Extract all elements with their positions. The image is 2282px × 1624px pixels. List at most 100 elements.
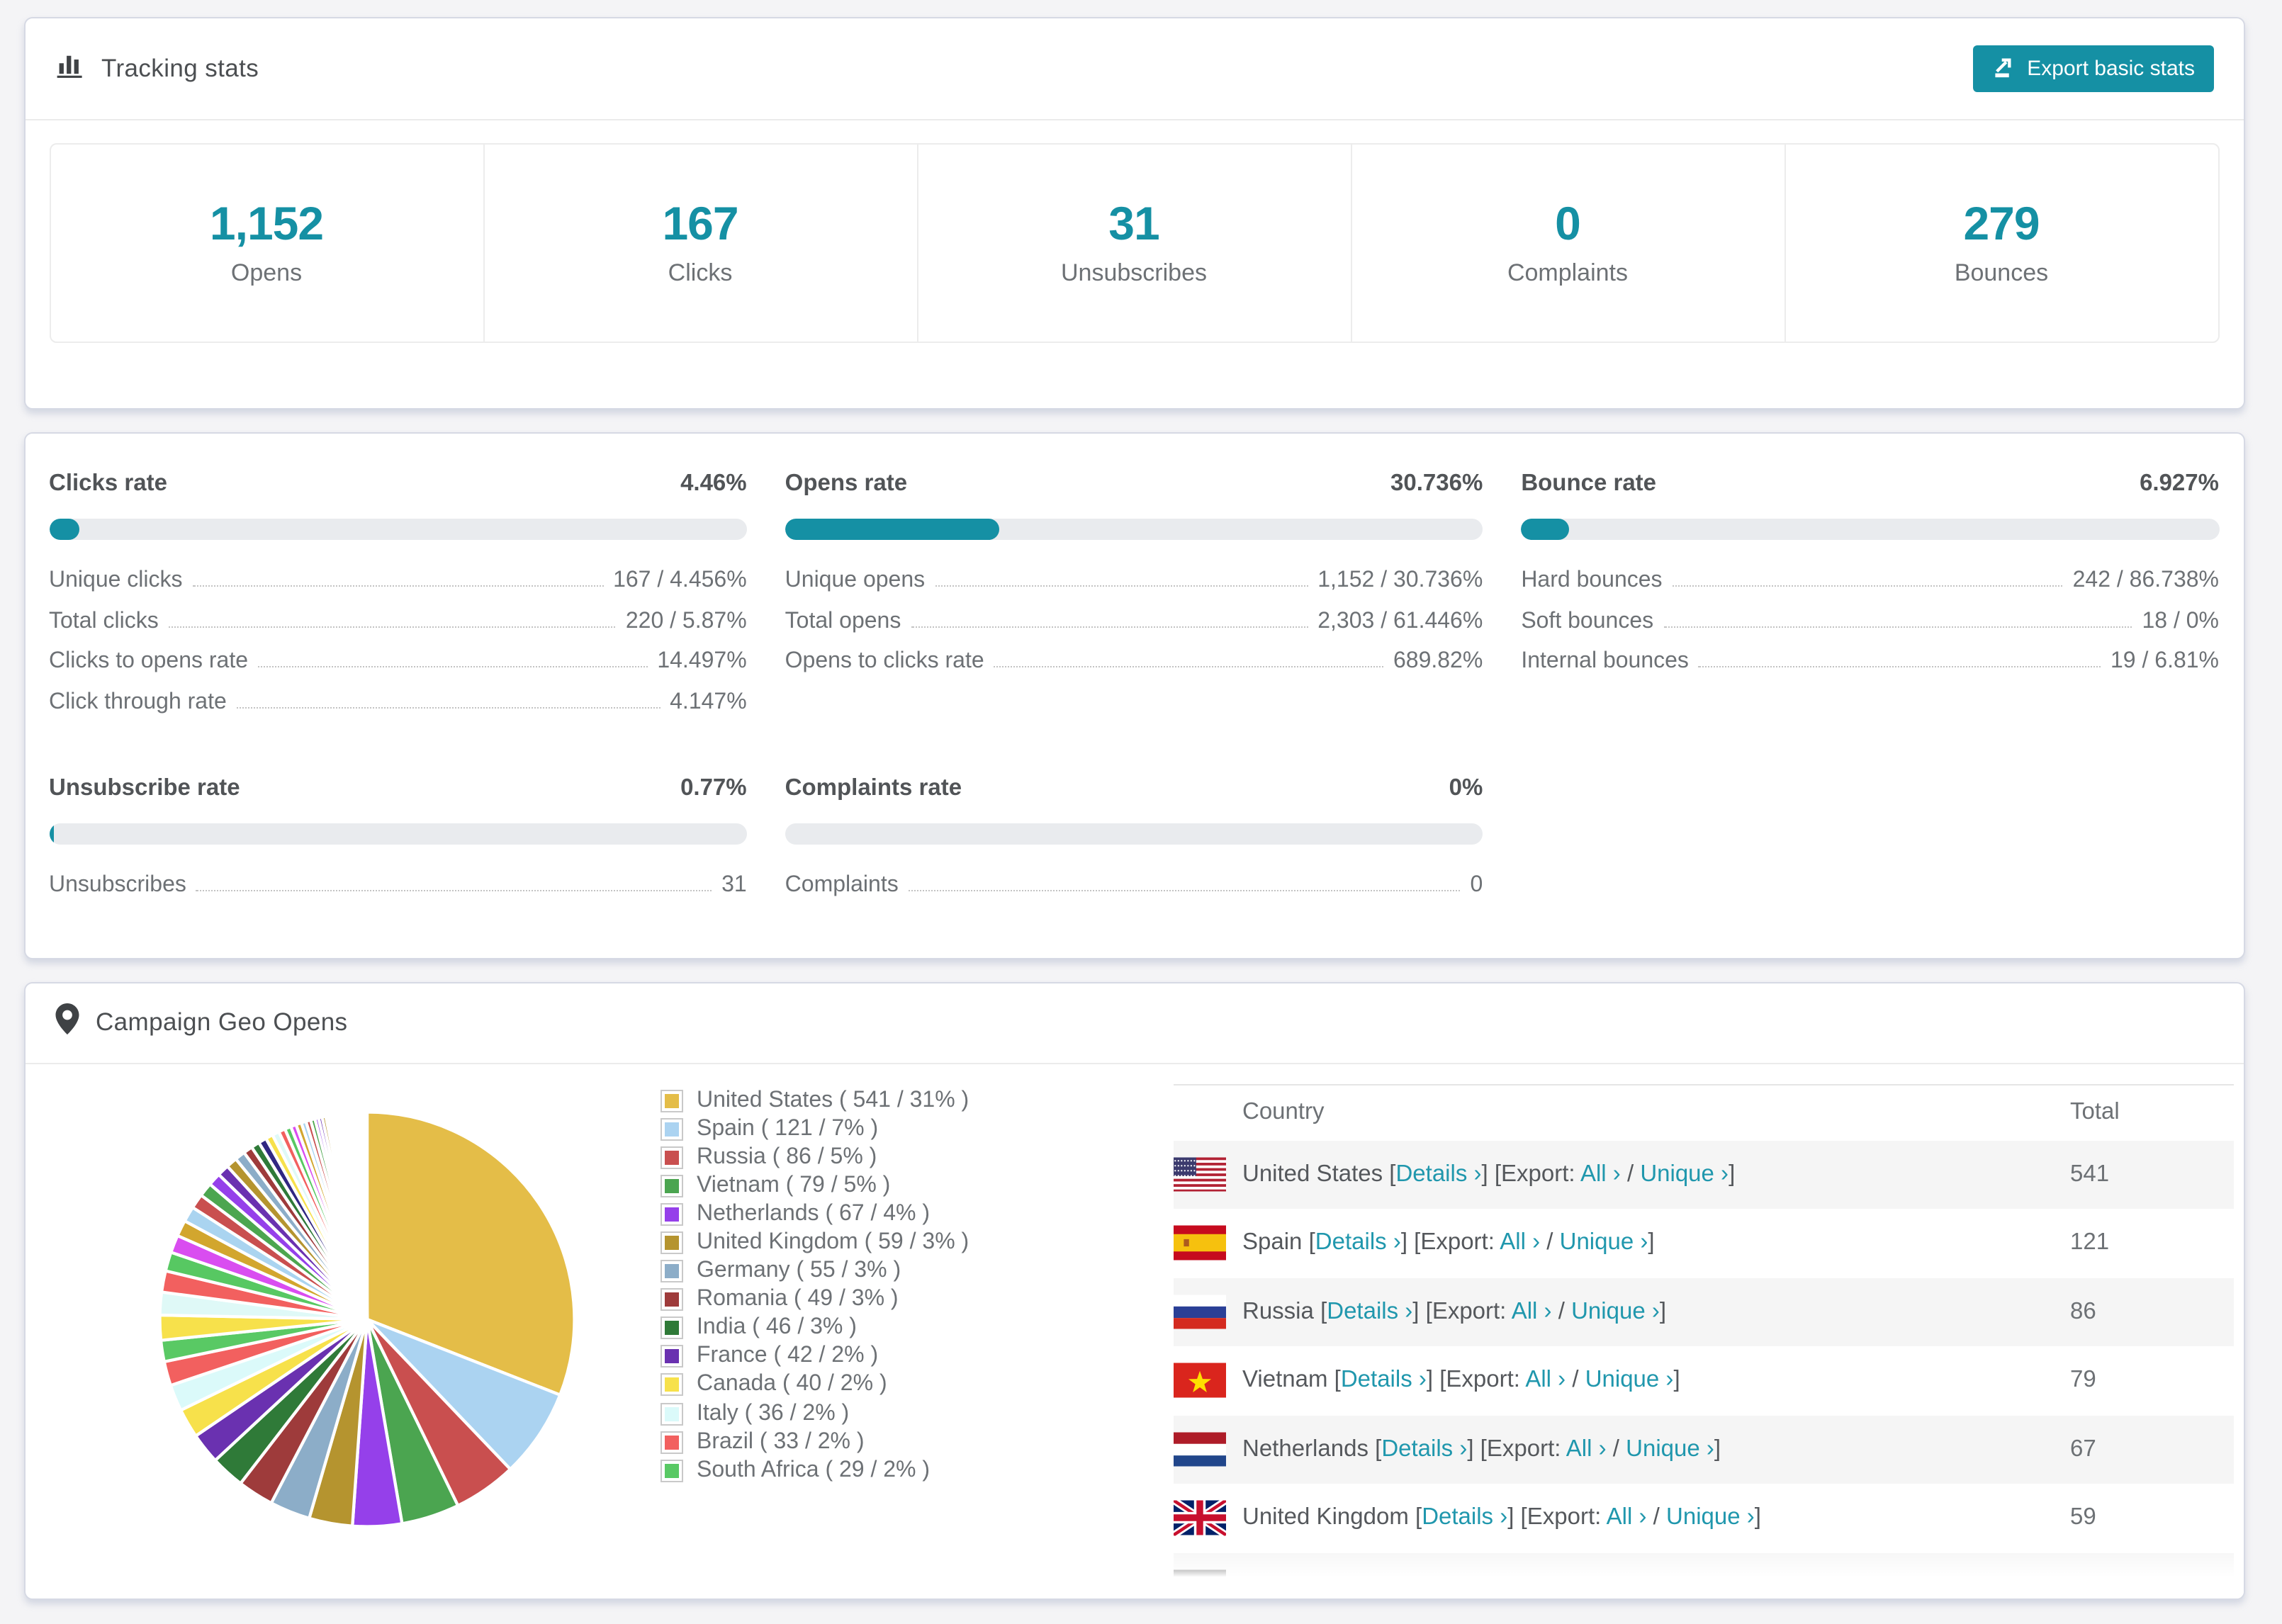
rate-stat-row: Internal bounces 19 / 6.81% [1521, 649, 2219, 689]
rate-stat-value: 242 / 86.738% [2072, 568, 2219, 592]
geo-country-cell: United Kingdom [Details ›] [Export: All … [1242, 1505, 1761, 1532]
export-unique-link[interactable]: Unique › [1626, 1436, 1714, 1462]
bracket: ] [1714, 1436, 1721, 1462]
legend-swatch [660, 1459, 682, 1482]
rate-title: Opens rate [785, 470, 908, 496]
rate-stat-row: Opens to clicks rate 689.82% [785, 649, 1483, 689]
rate-progress-fill [49, 823, 55, 845]
dotted-leader [192, 585, 604, 587]
stats-summary-row: 1,152 Opens 167 Clicks 31 Unsubscribes 0 Compla… [49, 142, 2219, 342]
separator: / [1551, 1298, 1572, 1324]
country-name: Netherlands [1242, 1436, 1376, 1462]
rate-stat-row: Click through rate 4.147% [49, 689, 747, 730]
legend-item-south-africa: South Africa ( 29 / 2% ) [660, 1456, 969, 1484]
flag-icon-nl [1173, 1432, 1225, 1467]
bracket: [ [1320, 1298, 1327, 1324]
legend-item-italy: Italy ( 36 / 2% ) [660, 1399, 969, 1428]
rate-percentage: 30.736% [1390, 470, 1483, 496]
geo-table-row-nl: Netherlands [Details ›] [Export: All › /… [1173, 1415, 2233, 1484]
details-link[interactable]: Details › [1327, 1299, 1412, 1324]
stat-cell-opens: 1,152 Opens [50, 144, 484, 341]
page: Tracking stats Export basic stats 1,152 O… [0, 0, 2282, 1624]
geo-total-cell: 86 [2070, 1298, 2096, 1324]
rate-progress-bar [785, 823, 1483, 845]
rate-stat-row: Soft bounces 18 / 0% [1521, 609, 2219, 649]
legend-swatch [660, 1231, 682, 1255]
rate-rows: Unsubscribes 31 [49, 873, 747, 913]
export-label: Export: [1501, 1161, 1580, 1187]
rate-stat-row: Total clicks 220 / 5.87% [49, 609, 747, 649]
geo-table-row-es: Spain [Details ›] [Export: All › / Uniqu… [1173, 1209, 2233, 1278]
export-all-link[interactable]: All › [1525, 1368, 1566, 1393]
bracket: ] [1673, 1367, 1680, 1393]
export-unique-link[interactable]: Unique › [1585, 1368, 1674, 1393]
rate-progress-fill [785, 519, 1000, 540]
geo-total-cell: 541 [2070, 1161, 2110, 1187]
country-name: Russia [1242, 1298, 1321, 1324]
flag-icon-us [1173, 1157, 1225, 1192]
export-icon [1991, 53, 2016, 83]
rate-block-unsubscribe-rate: Unsubscribe rate 0.77% Unsubscribes 31 [49, 775, 747, 913]
rate-block-bounce-rate: Bounce rate 6.927% Hard bounces 242 / 86.73… [1521, 470, 2219, 730]
export-label: Export: [1420, 1229, 1500, 1256]
legend-swatch [660, 1260, 682, 1283]
legend-label: Spain ( 121 / 7% ) [697, 1116, 879, 1141]
export-all-link[interactable]: All › [1500, 1230, 1540, 1256]
geo-table-row-vn: Vietnam [Details ›] [Export: All › / Uni… [1173, 1346, 2233, 1415]
rate-percentage: 4.46% [680, 470, 747, 496]
stat-label: Opens [230, 259, 303, 286]
export-all-link[interactable]: All › [1607, 1505, 1647, 1530]
export-unique-link[interactable]: Unique › [1571, 1299, 1660, 1324]
rate-stat-label: Unique opens [785, 568, 926, 592]
dotted-leader [196, 890, 712, 891]
details-link[interactable]: Details › [1341, 1368, 1427, 1393]
stat-label: Bounces [1954, 259, 2049, 286]
export-label: Export: [1432, 1298, 1512, 1324]
bracket: ] [ [1507, 1504, 1527, 1530]
dotted-leader [994, 666, 1383, 667]
legend-item-united-states: United States ( 541 / 31% ) [660, 1086, 969, 1115]
legend-item-india: India ( 46 / 3% ) [660, 1314, 969, 1343]
rate-rows: Unique clicks 167 / 4.456% Total clicks 220… [49, 568, 747, 730]
separator: / [1606, 1436, 1626, 1462]
export-unique-link[interactable]: Unique › [1640, 1161, 1729, 1187]
stat-label: Clicks [668, 259, 733, 286]
legend-label: Canada ( 40 / 2% ) [697, 1372, 887, 1397]
legend-swatch [660, 1089, 682, 1112]
rate-rows: Complaints 0 [785, 873, 1483, 913]
export-all-link[interactable]: All › [1580, 1161, 1621, 1187]
stat-value: 0 [1555, 197, 1581, 249]
rate-stat-label: Hard bounces [1521, 568, 1663, 592]
rate-stat-label: Clicks to opens rate [49, 649, 249, 673]
rate-stat-row: Clicks to opens rate 14.497% [49, 649, 747, 689]
details-link[interactable]: Details › [1395, 1161, 1481, 1187]
rate-stat-label: Complaints [785, 873, 899, 897]
separator: / [1620, 1161, 1641, 1187]
geo-title: Campaign Geo Opens [96, 1008, 348, 1036]
legend-label: India ( 46 / 3% ) [697, 1315, 857, 1340]
geo-total-cell: 121 [2070, 1229, 2110, 1256]
export-basic-stats-button[interactable]: Export basic stats [1973, 45, 2213, 91]
flag-icon-ru [1173, 1295, 1225, 1329]
details-link[interactable]: Details › [1381, 1436, 1467, 1462]
export-unique-link[interactable]: Unique › [1666, 1505, 1755, 1530]
details-link[interactable]: Details › [1422, 1505, 1507, 1530]
legend-swatch [660, 1431, 682, 1454]
rate-stat-label: Opens to clicks rate [785, 649, 984, 673]
rate-stat-label: Unique clicks [49, 568, 183, 592]
rate-rows: Hard bounces 242 / 86.738% Soft bounces 18 … [1521, 568, 2219, 689]
legend-item-russia: Russia ( 86 / 5% ) [660, 1143, 969, 1171]
country-name: Vietnam [1242, 1367, 1334, 1393]
dotted-leader [908, 890, 1461, 891]
legend-label: United States ( 541 / 31% ) [697, 1088, 969, 1112]
rate-progress-bar [785, 519, 1483, 540]
export-all-link[interactable]: All › [1512, 1299, 1552, 1324]
legend-swatch [660, 1316, 682, 1340]
export-all-link[interactable]: All › [1566, 1436, 1607, 1462]
legend-item-romania: Romania ( 49 / 3% ) [660, 1285, 969, 1314]
legend-swatch [660, 1373, 682, 1397]
rate-stat-value: 18 / 0% [2142, 609, 2219, 633]
details-link[interactable]: Details › [1315, 1230, 1401, 1256]
export-unique-link[interactable]: Unique › [1560, 1230, 1648, 1256]
geo-table-row-ru: Russia [Details ›] [Export: All › / Uniq… [1173, 1278, 2233, 1346]
